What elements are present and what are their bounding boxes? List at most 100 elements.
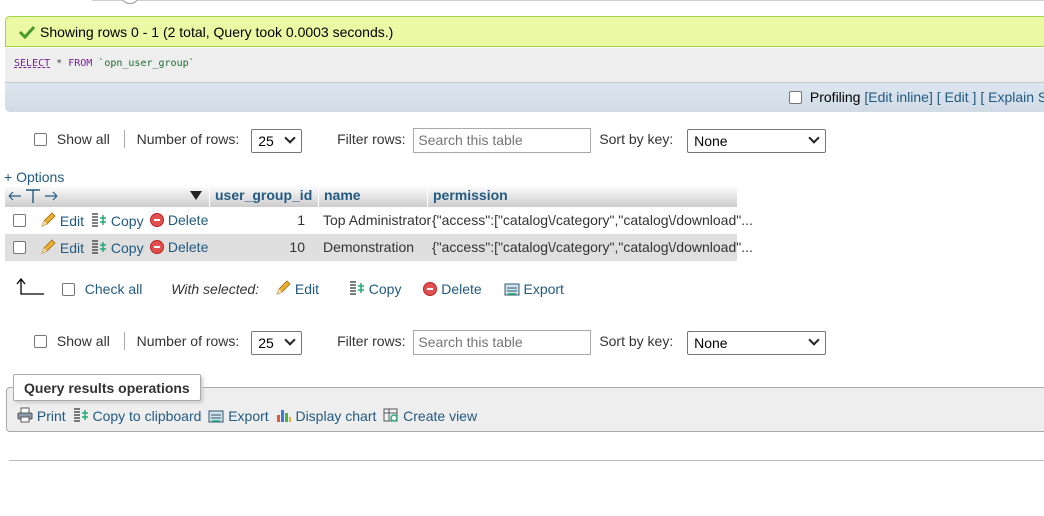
table-header: user_group_id name permission (5, 185, 737, 207)
display-chart-link[interactable]: Display chart (295, 408, 376, 424)
row-edit-action[interactable]: Edit (40, 212, 84, 229)
delete-link[interactable]: Delete (168, 212, 208, 228)
show-all-checkbox[interactable] (34, 335, 47, 349)
cell-user-group-id[interactable]: 1 (215, 212, 305, 228)
bulk-export-link[interactable]: Export (523, 281, 563, 297)
query-results-operations-links: Print Copy to clipboard Export Display c… (17, 407, 477, 424)
bulk-export-action[interactable]: Export (504, 281, 564, 297)
row-edit-action[interactable]: Edit (40, 239, 84, 256)
edit-link[interactable]: Edit (60, 240, 84, 256)
filter-input[interactable]: Search this table (413, 330, 592, 355)
separator (123, 332, 125, 351)
sort-select[interactable]: None (687, 128, 827, 153)
show-all-checkbox[interactable] (34, 133, 47, 147)
with-selected-label: With selected: (171, 281, 260, 297)
copy-icon (73, 408, 88, 422)
cell-permission[interactable]: {"access":["catalog\/category","catalog\… (432, 212, 753, 228)
explain-sql-link[interactable]: [ Explain SQL ] (980, 89, 1044, 105)
column-header-permission[interactable]: permission (433, 187, 508, 203)
create-view-link[interactable]: Create view (403, 408, 477, 424)
options-link[interactable]: + Options (4, 169, 64, 185)
profiling-checkbox[interactable] (789, 91, 802, 104)
bulk-edit-link[interactable]: Edit (295, 281, 319, 297)
delete-link[interactable]: Delete (168, 239, 208, 255)
filter-placeholder: Search this table (418, 132, 523, 148)
bulk-copy-action[interactable]: Copy (349, 281, 405, 297)
bar-chart-icon (276, 410, 291, 422)
separator (123, 130, 125, 149)
rows-label: Number of rows: (136, 131, 240, 148)
check-all-link[interactable]: Check all (85, 281, 143, 297)
column-separator (209, 185, 210, 207)
export-icon (504, 283, 520, 296)
edit-inline-link[interactable]: [Edit inline] (864, 89, 932, 105)
sort-label: Sort by key: (599, 131, 674, 148)
cell-name[interactable]: Demonstration (323, 239, 414, 255)
export-action[interactable]: Export (208, 408, 272, 424)
cell-user-group-id[interactable]: 10 (215, 239, 305, 255)
bulk-delete-link[interactable]: Delete (441, 281, 481, 297)
row-copy-action[interactable]: Copy (91, 212, 144, 229)
row-checkbox[interactable] (13, 241, 26, 254)
printer-icon (17, 407, 33, 423)
chevron-down-icon (808, 333, 820, 346)
copy-icon (349, 281, 364, 295)
print-action[interactable]: Print (17, 407, 70, 424)
chevron-down-icon (284, 131, 296, 144)
row-delete-action[interactable]: Delete (150, 212, 208, 228)
edit-link[interactable]: Edit (60, 213, 84, 229)
cell-permission[interactable]: {"access":["catalog\/category","catalog\… (432, 239, 753, 255)
export-link[interactable]: Export (228, 408, 268, 424)
copy-link[interactable]: Copy (111, 213, 144, 229)
cell-name[interactable]: Top Administrator (323, 212, 431, 228)
filter-input[interactable]: Search this table (413, 128, 592, 153)
filter-label: Filter rows: (337, 333, 406, 350)
row-delete-action[interactable]: Delete (150, 239, 208, 255)
column-separator (318, 185, 319, 207)
copy-to-clipboard-action[interactable]: Copy to clipboard (73, 408, 206, 424)
column-separator (427, 185, 428, 207)
copy-link[interactable]: Copy (111, 240, 144, 256)
divider (9, 460, 1044, 461)
sql-table-name: `opn_user_group` (92, 58, 195, 69)
filter-placeholder: Search this table (418, 334, 523, 350)
row-checkbox[interactable] (13, 214, 26, 227)
view-icon (383, 408, 399, 422)
bulk-copy-link[interactable]: Copy (369, 281, 402, 297)
pencil-icon (41, 239, 56, 254)
bulk-delete-action[interactable]: Delete (423, 281, 485, 297)
query-results-operations-title: Query results operations (13, 374, 201, 401)
sql-from-keyword: FROM (68, 58, 93, 69)
pencil-icon (41, 212, 56, 227)
column-header-user-group-id[interactable]: user_group_id (215, 187, 312, 203)
copy-to-clipboard-link[interactable]: Copy to clipboard (92, 408, 201, 424)
check-all-checkbox[interactable] (61, 283, 75, 296)
edit-link[interactable]: [ Edit ] (937, 89, 977, 105)
rows-select[interactable]: 25 (251, 128, 303, 153)
sql-select-keyword[interactable]: SELECT (14, 58, 50, 69)
sort-select[interactable]: None (687, 330, 827, 355)
rows-select[interactable]: 25 (251, 330, 303, 355)
sql-star: * (50, 58, 69, 69)
sql-query: SELECT * FROM `opn_user_group` (14, 58, 195, 69)
show-all-label: Show all (56, 131, 110, 148)
top-tab-strip (92, 0, 1044, 2)
tab-indicator-icon (122, 0, 138, 4)
print-link[interactable]: Print (37, 408, 66, 424)
chevron-down-icon (284, 333, 296, 346)
copy-icon (92, 213, 106, 227)
row-copy-action[interactable]: Copy (91, 239, 144, 256)
table-row: Edit Copy Delete 1 Top Administrator {"a… (5, 207, 753, 234)
bulk-edit-action[interactable]: Edit (275, 280, 323, 297)
success-message: Showing rows 0 - 1 (2 total, Query took … (5, 16, 1044, 47)
navigation-bottom: Show all Number of rows: 25 Filter rows:… (34, 330, 827, 355)
create-view-action[interactable]: Create view (383, 408, 477, 424)
success-text: Showing rows 0 - 1 (2 total, Query took … (40, 24, 394, 40)
column-header-name[interactable]: name (324, 187, 361, 203)
display-chart-action[interactable]: Display chart (276, 408, 381, 424)
check-icon (19, 25, 35, 39)
column-resize-icon[interactable] (7, 188, 59, 204)
sort-arrow-icon[interactable] (190, 191, 202, 200)
copy-icon (92, 240, 106, 254)
show-all-label: Show all (56, 333, 110, 350)
